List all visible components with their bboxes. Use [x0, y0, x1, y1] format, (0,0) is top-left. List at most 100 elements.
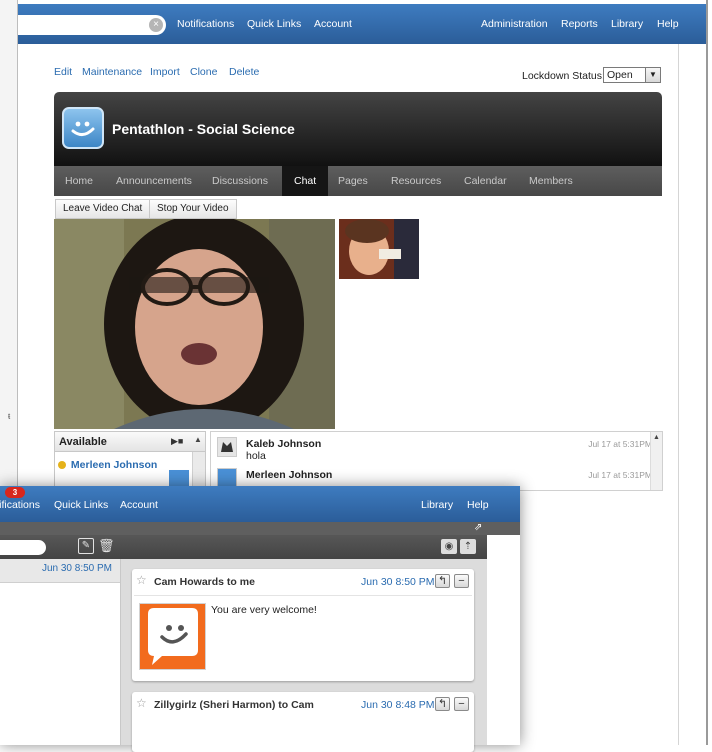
avatar — [217, 437, 237, 457]
status-online-icon — [58, 461, 66, 470]
collapse-icon[interactable]: − — [454, 697, 469, 711]
remote-participant-image — [339, 219, 419, 279]
window-right-margin — [487, 559, 520, 745]
available-user[interactable]: Merleen Johnson — [58, 459, 157, 471]
clone-link[interactable]: Clone — [190, 66, 217, 78]
available-title: Available — [59, 436, 107, 448]
video-controls: Leave Video Chat Stop Your Video — [55, 199, 237, 219]
stop-your-video-button[interactable]: Stop Your Video — [149, 199, 237, 219]
nav-help[interactable]: Help — [657, 4, 679, 44]
reply-icon[interactable]: ↰ — [435, 697, 450, 711]
scroll-up-icon[interactable]: ▲ — [194, 435, 202, 444]
course-banner: Pentathlon - Social Science — [54, 92, 662, 166]
toolbar-right-edge — [487, 535, 520, 559]
chevron-down-icon: ▼ — [645, 68, 660, 82]
nav-notifications[interactable]: Notifications — [0, 499, 40, 511]
collapse-icon[interactable]: − — [454, 574, 469, 588]
smiley-logo-icon — [71, 121, 95, 136]
thread-time: Jun 30 8:50 PM — [361, 576, 435, 588]
thread-header: Cam Howards to me — [154, 576, 255, 588]
tab-chat[interactable]: Chat — [282, 166, 329, 196]
clear-search-icon[interactable]: × — [149, 18, 163, 32]
messages-top-nav: 3 Notifications Quick Links Account Libr… — [0, 486, 520, 522]
video-camera-icon[interactable]: ▶■ — [171, 436, 183, 447]
main-video-feed — [54, 219, 335, 429]
chat-text: hola — [246, 450, 266, 462]
trash-icon[interactable]: 🗑 — [98, 538, 115, 554]
reply-icon[interactable]: ↰ — [435, 574, 450, 588]
tab-calendar[interactable]: Calendar — [464, 166, 507, 196]
messages-toolbar: ✎ 🗑 ◉ ⇡ — [0, 535, 487, 559]
nav-account[interactable]: Account — [314, 4, 352, 44]
message-list: Jun 30 8:50 PM — [0, 559, 121, 745]
tab-pages[interactable]: Pages — [338, 166, 368, 196]
messages-window: 3 Notifications Quick Links Account Libr… — [0, 486, 520, 752]
lockdown-label: Lockdown Status: — [522, 70, 605, 82]
course-title: Pentathlon - Social Science — [112, 121, 295, 137]
lockdown-select[interactable]: Open ▼ — [603, 67, 661, 83]
available-scrollbar[interactable] — [192, 452, 205, 490]
nav-notifications[interactable]: Notifications — [177, 4, 234, 44]
scroll-up-icon[interactable]: ▲ — [653, 434, 660, 441]
nav-library[interactable]: Library — [421, 499, 453, 511]
thread-message: ☆ Zillygirlz (Sheri Harmon) to Cam Jun 3… — [132, 692, 474, 752]
import-link[interactable]: Import — [150, 66, 180, 78]
messages-subheader — [0, 522, 487, 535]
nav-administration[interactable]: Administration — [481, 4, 548, 44]
message-search-input[interactable] — [0, 540, 46, 555]
avatar — [217, 468, 237, 488]
chat-author: Kaleb Johnson — [246, 438, 322, 450]
delete-link[interactable]: Delete — [229, 66, 259, 78]
nav-quick-links[interactable]: Quick Links — [247, 4, 301, 44]
list-item-date: Jun 30 8:50 PM — [41, 563, 112, 574]
sender-avatar — [139, 603, 206, 670]
nav-notifications-clip: Notifications — [0, 486, 40, 522]
lockdown-value: Open — [607, 69, 633, 81]
cat-avatar-icon — [218, 438, 236, 456]
edit-link[interactable]: Edit — [54, 66, 72, 78]
leave-video-chat-button[interactable]: Leave Video Chat — [55, 199, 151, 219]
thread-message: ☆ Cam Howards to me Jun 30 8:50 PM ↰ − Y… — [132, 569, 474, 681]
remote-video-feed — [339, 219, 419, 279]
maintenance-link[interactable]: Maintenance — [82, 66, 142, 78]
thread-pane: ☆ Cam Howards to me Jun 30 8:50 PM ↰ − Y… — [121, 559, 487, 752]
nav-quick-links[interactable]: Quick Links — [54, 499, 108, 511]
available-user-name: Merleen Johnson — [70, 459, 158, 471]
tab-members[interactable]: Members — [529, 166, 573, 196]
compose-icon[interactable]: ✎ — [78, 538, 94, 554]
thread-header: Zillygirlz (Sheri Harmon) to Cam — [154, 699, 314, 711]
search-input[interactable] — [18, 15, 166, 35]
upload-icon[interactable]: ⇡ — [460, 539, 476, 554]
chat-author: Merleen Johnson — [246, 469, 333, 481]
course-tabs: Home Announcements Discussions Chat Page… — [54, 166, 662, 196]
thread-time: Jun 30 8:48 PM — [361, 699, 435, 711]
view-toggle-icon[interactable]: ◉ — [441, 539, 457, 554]
thread-body: You are very welcome! — [211, 604, 317, 616]
list-item[interactable]: Jun 30 8:50 PM — [0, 559, 120, 583]
nav-help[interactable]: Help — [467, 499, 489, 511]
nav-reports[interactable]: Reports — [561, 4, 598, 44]
smiley-avatar-icon — [148, 608, 198, 665]
star-icon[interactable]: ☆ — [136, 573, 147, 587]
chat-message: Kaleb Johnson hola Jul 17 at 5:31PM — [215, 436, 652, 462]
messages-header-fill — [487, 522, 520, 535]
window-border-right — [706, 0, 708, 745]
nav-account[interactable]: Account — [120, 499, 158, 511]
tab-announcements[interactable]: Announcements — [116, 166, 192, 196]
nav-library[interactable]: Library — [611, 4, 643, 44]
chat-scrollbar[interactable]: ▲ — [650, 432, 662, 490]
left-panel-mark: ŧ — [8, 412, 11, 421]
chat-time: Jul 17 at 5:31PM — [588, 439, 652, 449]
page-border-right — [678, 44, 679, 745]
top-nav: × Notifications Quick Links Account Admi… — [18, 4, 708, 44]
chat-time: Jul 17 at 5:31PM — [588, 470, 652, 480]
star-icon[interactable]: ☆ — [136, 696, 147, 710]
tab-discussions[interactable]: Discussions — [212, 166, 268, 196]
available-header: Available ▶■ ▲ — [55, 432, 205, 452]
popout-icon[interactable]: ⇗ — [474, 522, 482, 533]
tab-resources[interactable]: Resources — [391, 166, 441, 196]
divider — [134, 595, 472, 596]
available-panel: Available ▶■ ▲ Merleen Johnson — [54, 431, 206, 491]
tab-home[interactable]: Home — [65, 166, 93, 196]
course-logo — [62, 107, 104, 149]
